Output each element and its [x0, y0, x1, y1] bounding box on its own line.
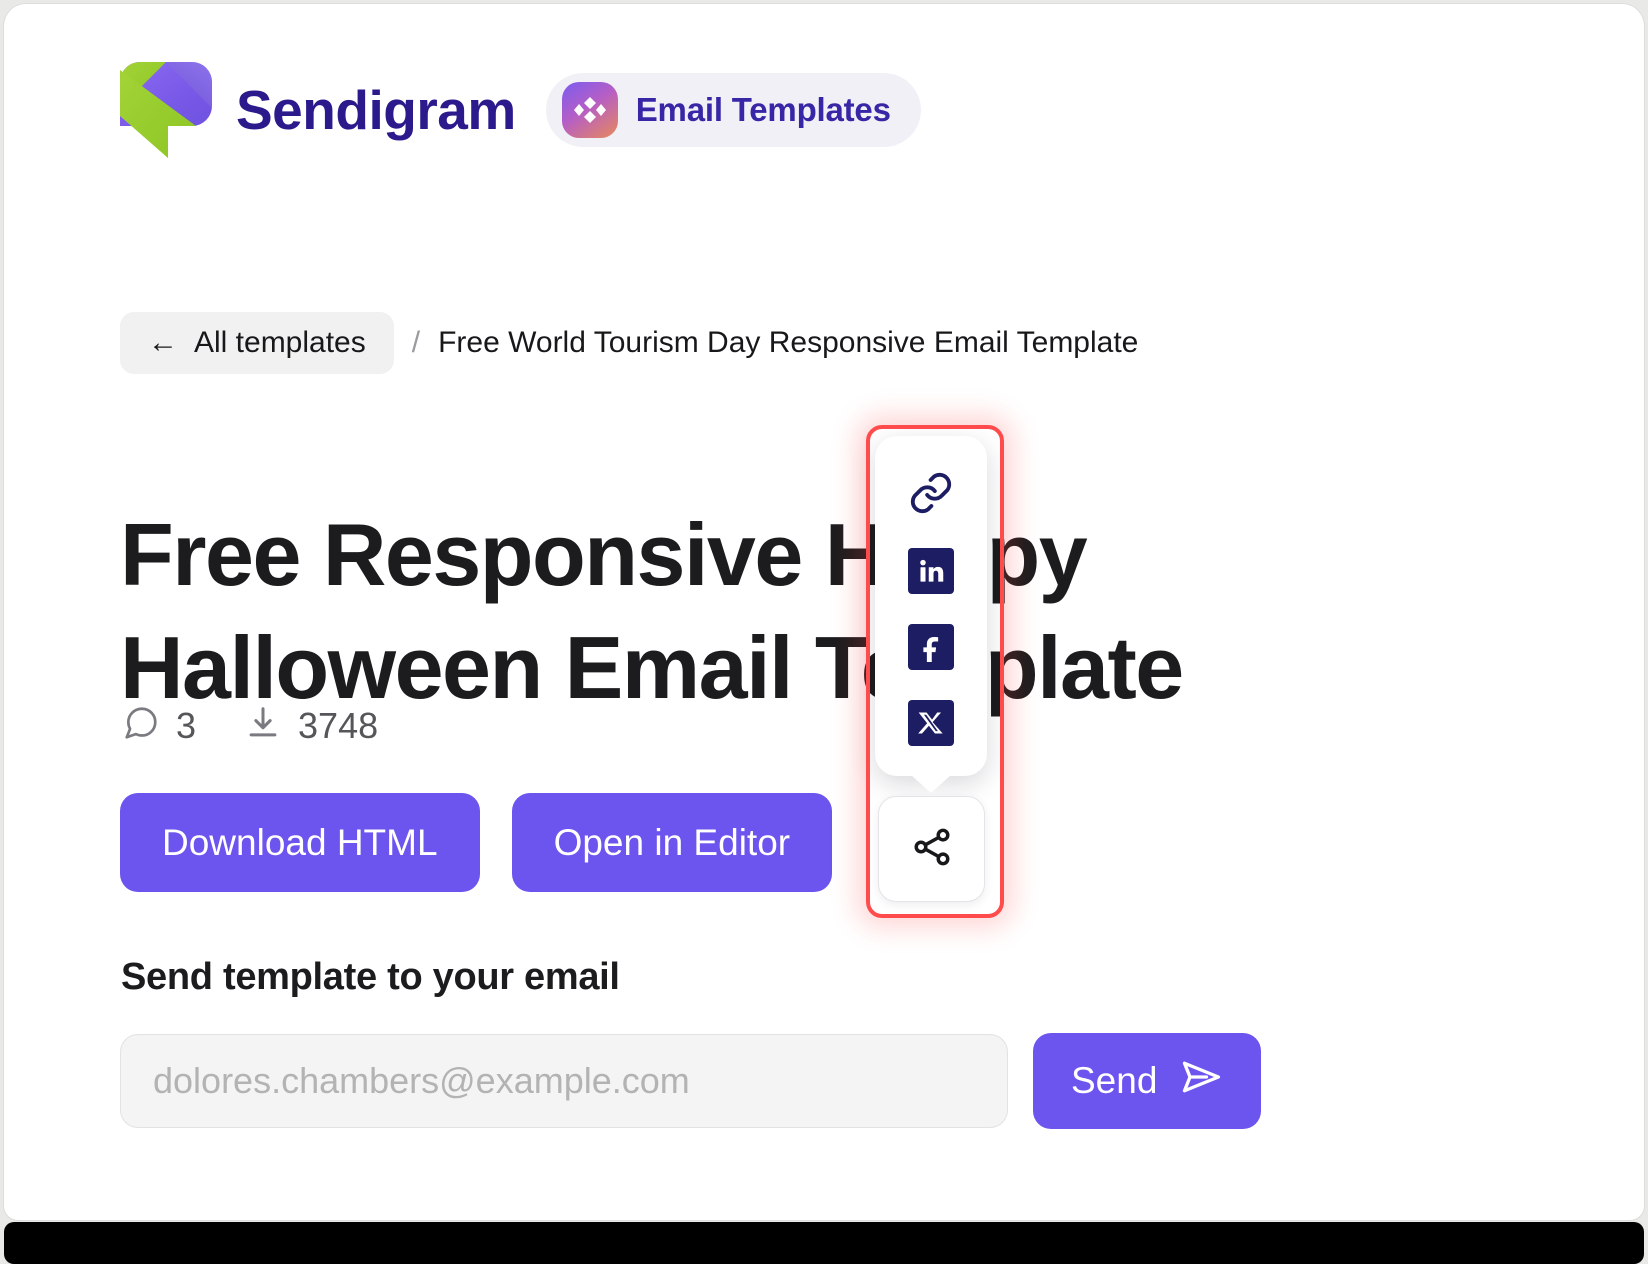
viewport: Sendigram Email Templates ← All template… [0, 0, 1648, 1264]
download-html-button[interactable]: Download HTML [120, 793, 480, 892]
brand-name: Sendigram [236, 78, 516, 141]
share-x-twitter-item[interactable] [906, 698, 956, 748]
email-input[interactable] [120, 1034, 1008, 1128]
link-icon [908, 470, 954, 521]
app-header: Sendigram Email Templates [118, 58, 921, 162]
breadcrumb-separator: / [411, 326, 421, 359]
stat-downloads: 3748 [244, 704, 378, 747]
bottom-bar [4, 1222, 1644, 1264]
open-in-editor-button[interactable]: Open in Editor [511, 793, 833, 892]
comment-icon [122, 704, 160, 747]
share-linkedin-item[interactable] [906, 546, 956, 596]
paper-plane-icon [1179, 1055, 1223, 1108]
share-facebook-item[interactable] [906, 622, 956, 672]
facebook-icon [908, 624, 954, 670]
diamond-grid-icon [561, 82, 618, 138]
share-icon [910, 825, 954, 874]
template-stats: 3 3748 [122, 704, 378, 747]
sendigram-leaf-logo-icon [118, 58, 214, 162]
send-button-label: Send [1071, 1060, 1158, 1101]
send-template-heading: Send template to your email [121, 956, 620, 998]
send-template-form: Send [120, 1033, 1262, 1129]
share-popup [875, 436, 987, 776]
share-cluster [866, 425, 1004, 918]
downloads-count: 3748 [298, 704, 379, 746]
arrow-left-icon: ← [148, 326, 178, 359]
brand[interactable]: Sendigram [118, 58, 516, 162]
send-button[interactable]: Send [1033, 1033, 1262, 1129]
breadcrumb-current: Free World Tourism Day Responsive Email … [438, 326, 1139, 359]
email-templates-badge[interactable]: Email Templates [545, 73, 921, 147]
badge-label: Email Templates [635, 91, 891, 128]
x-twitter-icon [908, 700, 954, 746]
share-link-item[interactable] [906, 470, 956, 520]
page-title: Free Responsive Happy Halloween Email Te… [120, 504, 1184, 717]
linkedin-icon [908, 548, 954, 594]
stat-comments: 3 [122, 704, 196, 747]
all-templates-label: All templates [194, 326, 366, 359]
comments-count: 3 [176, 704, 197, 746]
action-buttons: Download HTML Open in Editor [120, 793, 833, 892]
download-icon [244, 704, 282, 747]
share-button[interactable] [878, 796, 985, 902]
breadcrumb: ← All templates / Free World Tourism Day… [120, 312, 1138, 374]
all-templates-back-button[interactable]: ← All templates [120, 312, 394, 374]
page-card: Sendigram Email Templates ← All template… [4, 4, 1644, 1220]
